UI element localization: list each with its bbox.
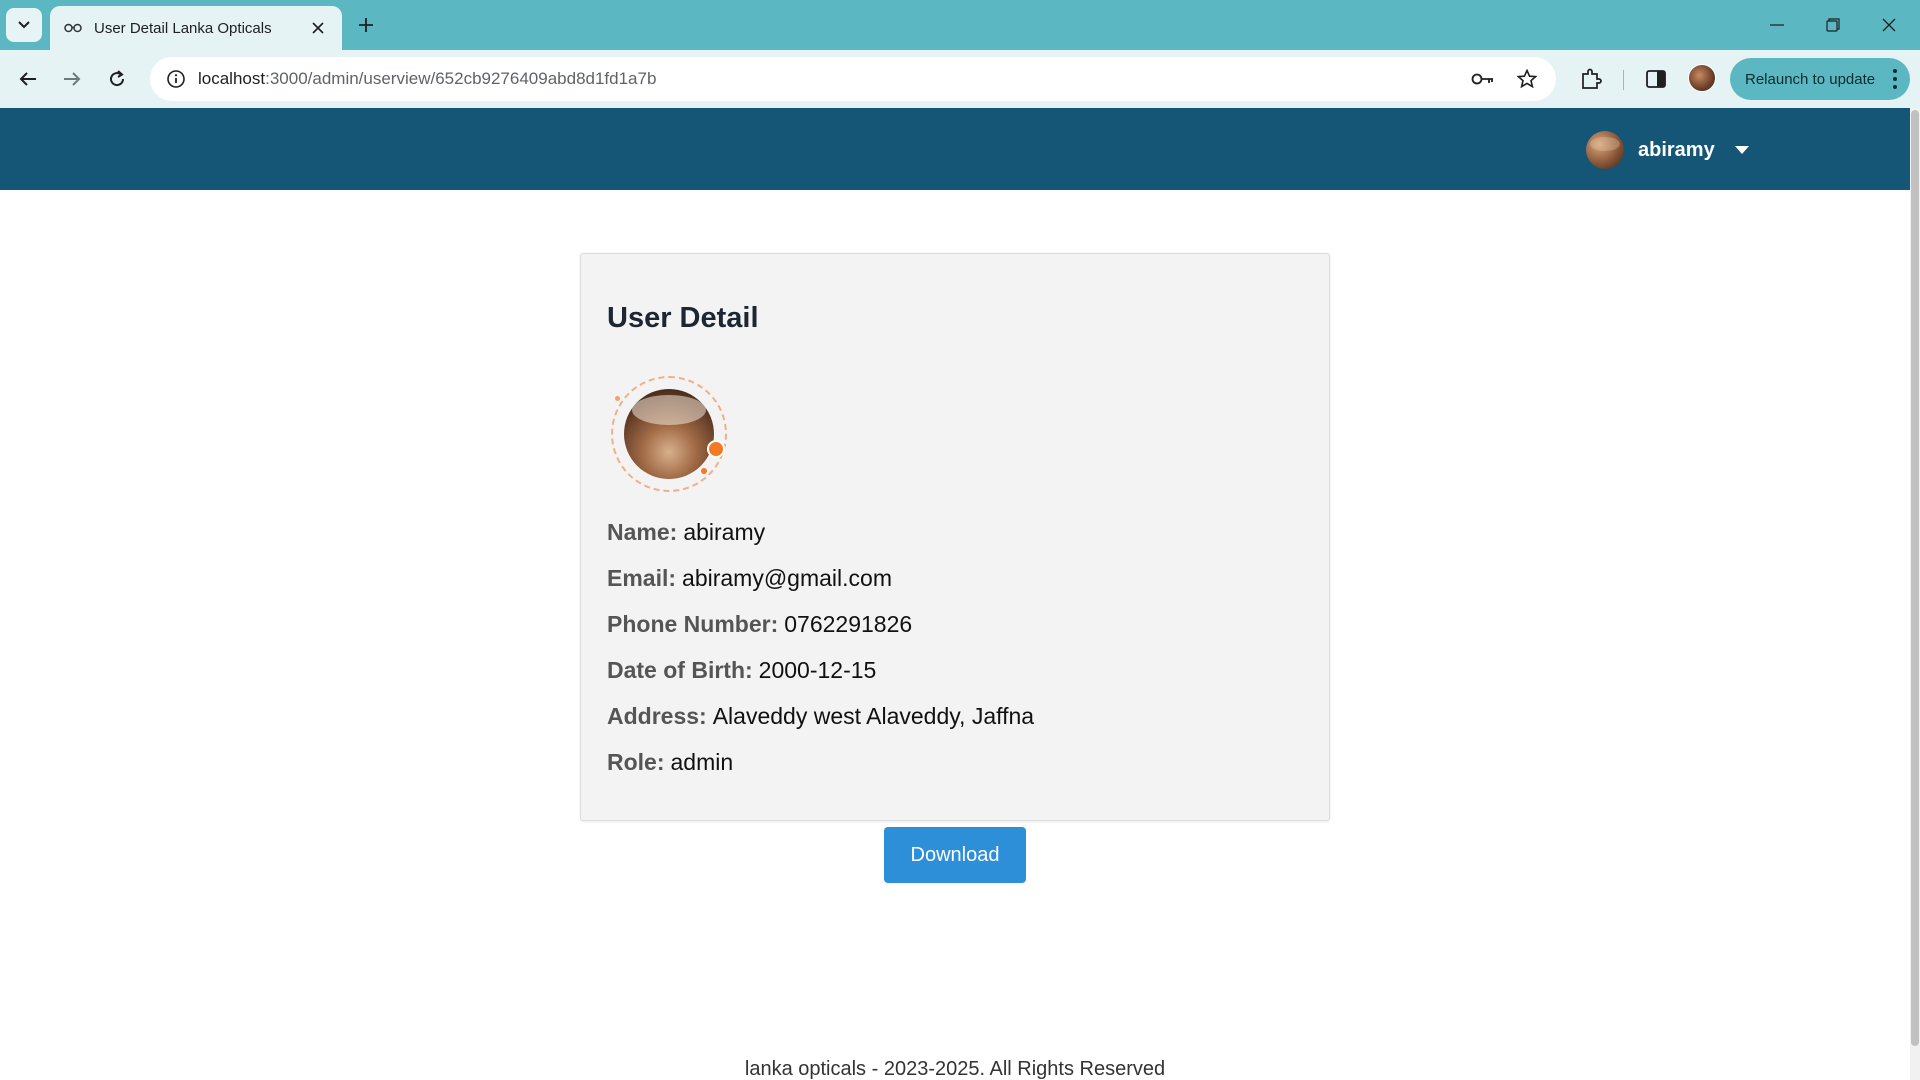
back-icon [19,72,36,86]
field-email: Email: abiramy@gmail.com [607,565,892,592]
field-label: Name: [607,519,678,545]
minimize-button[interactable] [1754,10,1800,40]
field-label: Role: [607,749,665,775]
user-menu[interactable]: abiramy [1586,131,1749,169]
user-name[interactable]: abiramy [1638,139,1715,162]
footer-text: lanka opticals - 2023-2025. All Rights R… [744,1058,1166,1080]
plus-icon [359,18,373,32]
restore-button[interactable] [1810,10,1856,40]
browser-toolbar: localhost:3000/admin/userview/652cb92764… [0,50,1920,108]
avatar-photo [624,389,714,479]
field-value: 0762291826 [784,611,913,637]
avatar[interactable] [1586,131,1624,169]
page-viewport: abiramy User Detail Name: abiramy Email: a… [0,108,1910,1080]
field-label: Address: [607,703,707,729]
close-icon[interactable] [308,18,328,38]
field-value: abiramy [683,519,766,545]
field-dob: Date of Birth: 2000-12-15 [607,657,876,684]
more-icon[interactable] [1892,69,1898,89]
field-name: Name: abiramy [607,519,765,546]
reload-icon [110,70,125,87]
avatar-decoration-dot [615,396,620,401]
page-title: User Detail [607,302,759,334]
star-icon[interactable] [1512,64,1542,94]
field-label: Date of Birth: [607,657,753,683]
profile-picture [611,376,727,492]
caret-down-icon[interactable] [1734,146,1749,154]
restore-icon [1826,18,1840,32]
url-host: localhost [198,69,266,88]
side-panel-icon[interactable] [1640,63,1672,95]
url-text[interactable]: localhost:3000/admin/userview/652cb92764… [198,69,1454,89]
scrollbar-thumb[interactable] [1911,110,1919,1046]
field-role: Role: admin [607,749,733,776]
tab-search-icon [18,21,30,29]
glasses-icon [64,22,82,34]
url-path: :3000/admin/userview/652cb9276409abd8d1f… [265,69,657,88]
download-button[interactable]: Download [884,827,1026,883]
window-close-button[interactable] [1866,10,1912,40]
avatar-badge [707,440,725,458]
close-icon [1882,18,1896,32]
page-scrollbar[interactable] [1910,108,1920,1080]
address-bar[interactable]: localhost:3000/admin/userview/652cb92764… [150,57,1556,101]
field-address: Address: Alaveddy west Alaveddy, Jaffna [607,703,1034,730]
field-value: admin [670,749,734,775]
browser-tabstrip: User Detail Lanka Opticals [0,0,1920,50]
toolbar-separator [1623,70,1624,90]
minimize-icon [1770,24,1784,26]
browser-tab-active[interactable]: User Detail Lanka Opticals [50,6,342,50]
relaunch-button[interactable]: Relaunch to update [1730,58,1910,100]
tab-title: User Detail Lanka Opticals [94,19,272,37]
forward-button[interactable] [56,63,88,95]
avatar-decoration-dot [701,468,707,474]
field-label: Email: [607,565,677,591]
field-label: Phone Number: [607,611,779,637]
user-detail-card: User Detail Name: abiramy Email: abiramy@g… [580,253,1330,821]
back-button[interactable] [12,63,44,95]
field-phone: Phone Number: 0762291826 [607,611,912,638]
extensions-icon[interactable] [1575,63,1607,95]
site-info-icon[interactable] [164,67,188,91]
app-header: abiramy [0,108,1910,190]
key-icon[interactable] [1468,64,1498,94]
profile-avatar[interactable] [1688,64,1716,92]
new-tab-button[interactable] [352,11,380,39]
tab-search-button[interactable] [6,8,42,42]
forward-icon [64,72,81,86]
field-value: 2000-12-15 [758,657,877,683]
relaunch-label: Relaunch to update [1745,70,1876,88]
field-value: abiramy@gmail.com [682,565,892,591]
reload-button[interactable] [101,63,133,95]
field-value: Alaveddy west Alaveddy, Jaffna [712,703,1035,729]
